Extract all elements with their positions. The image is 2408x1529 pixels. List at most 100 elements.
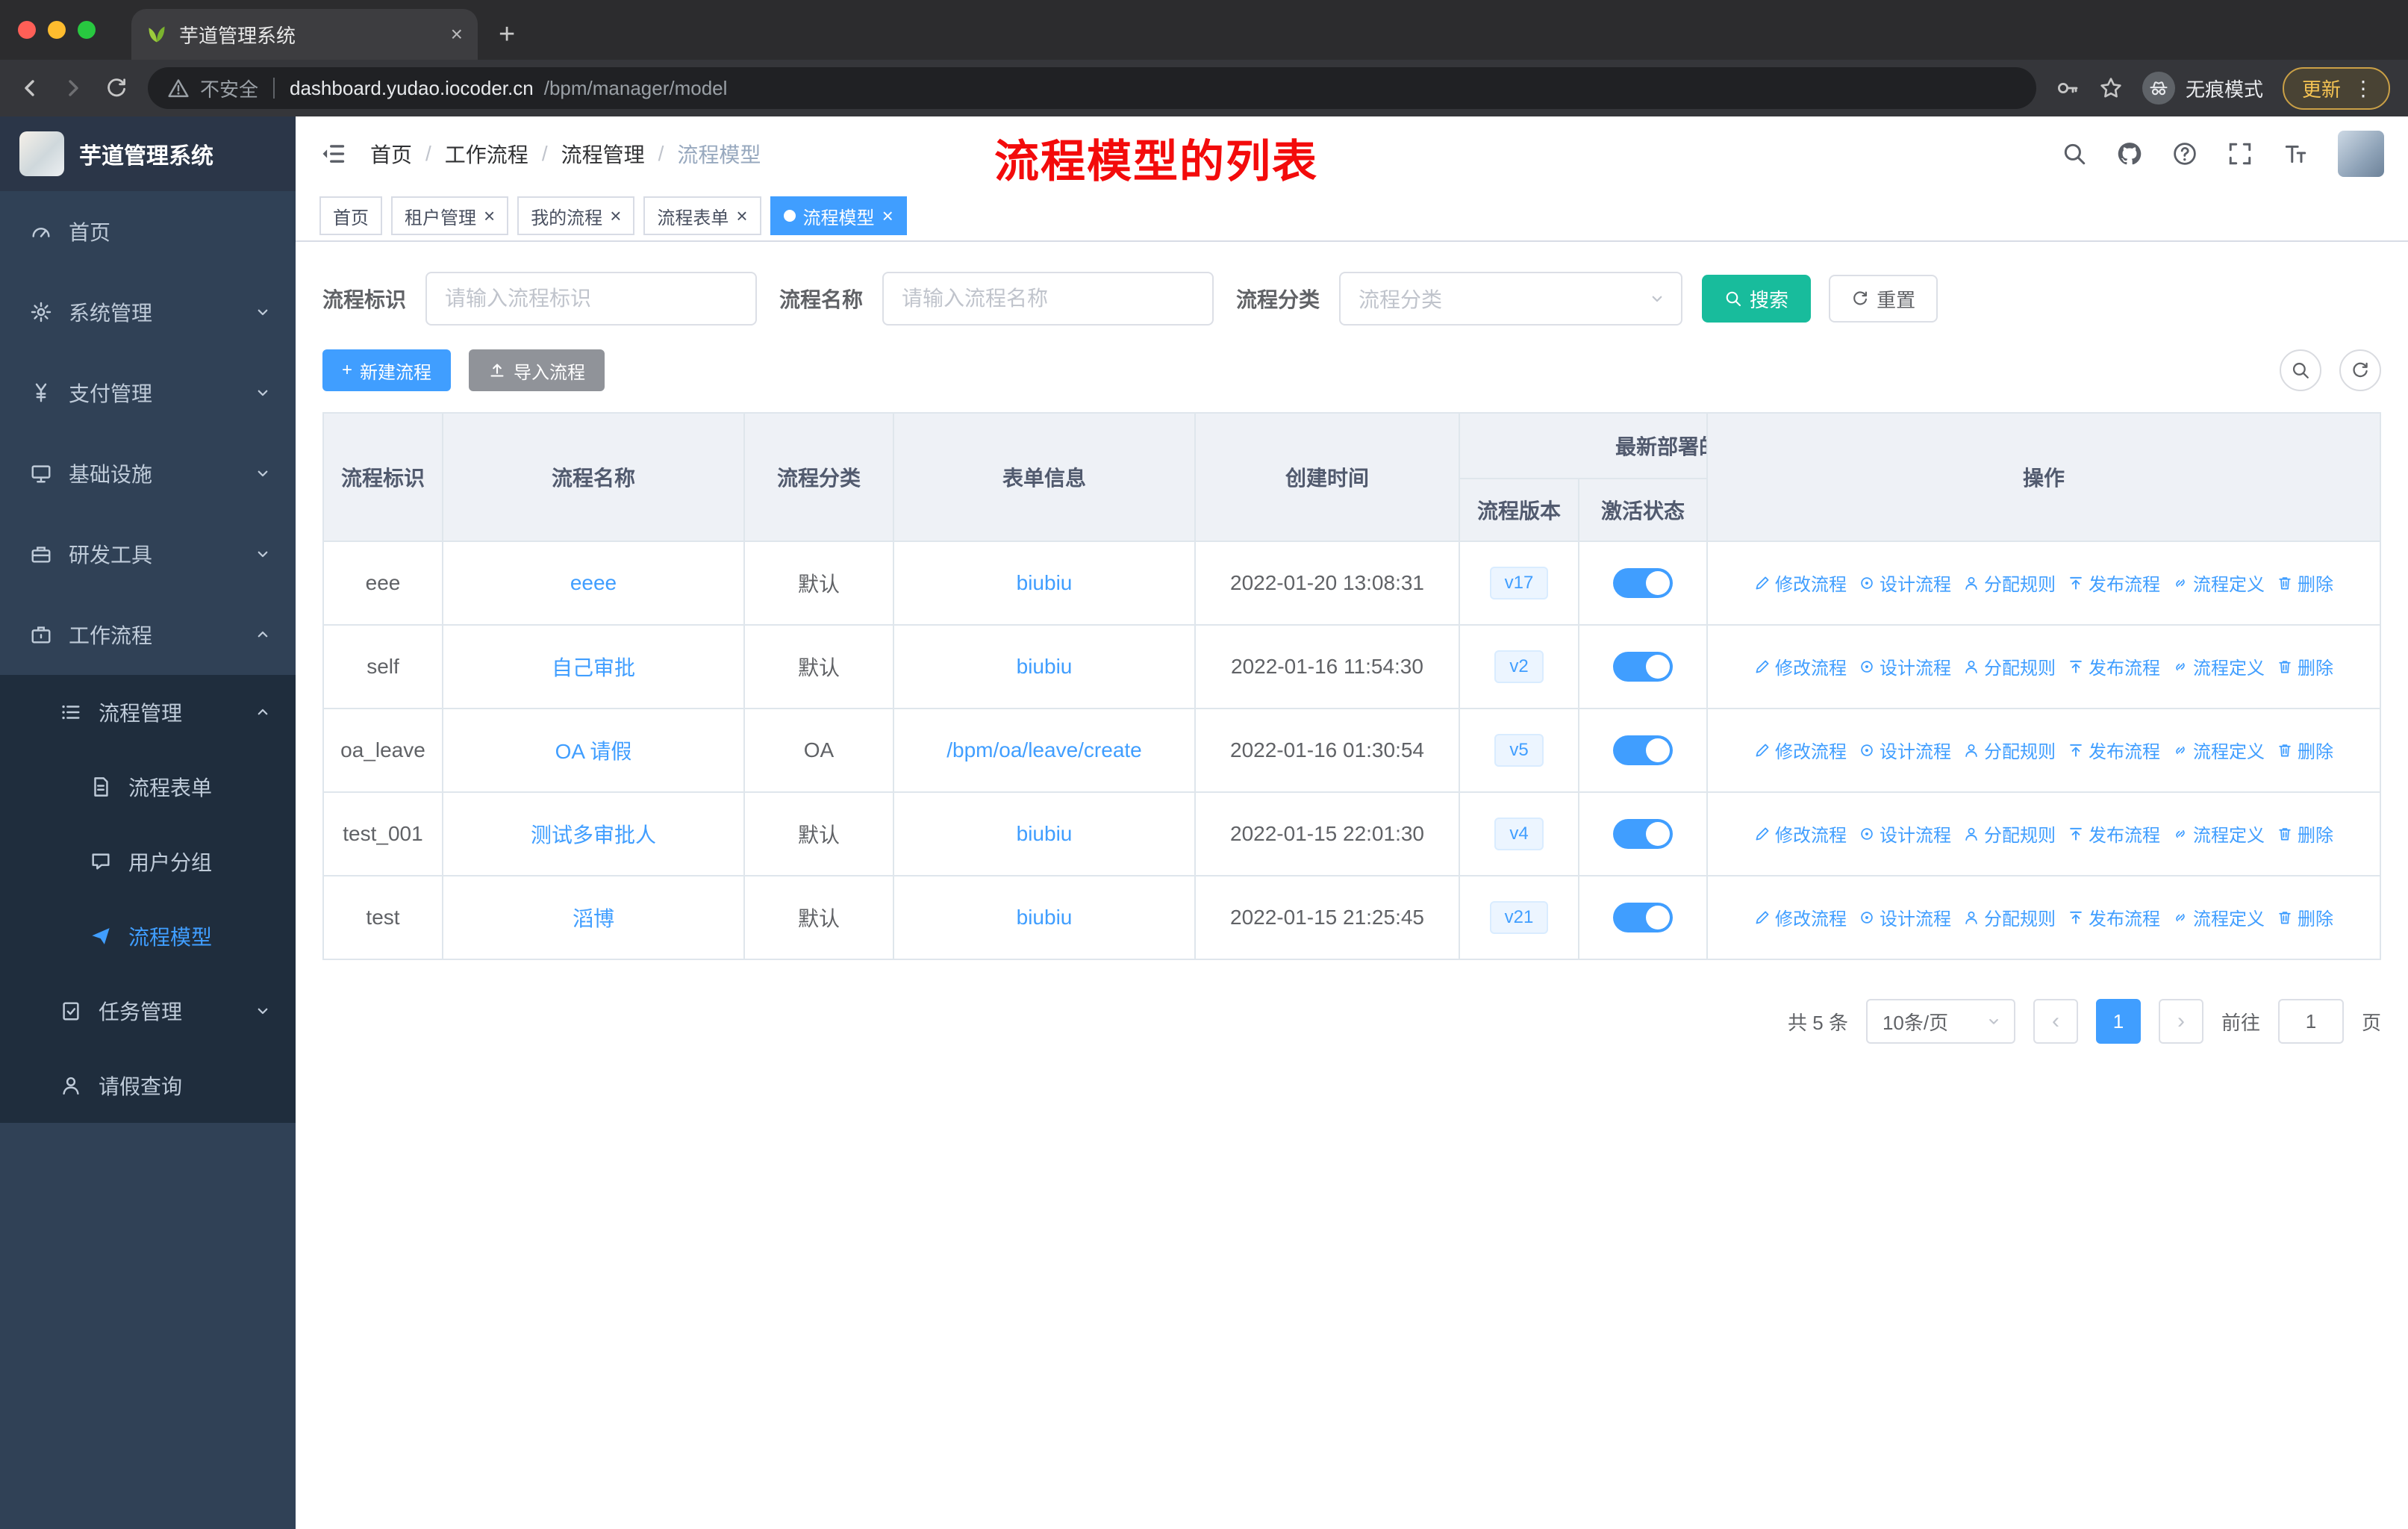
process-definition-link[interactable]: 流程定义: [2172, 570, 2265, 596]
design-process-link[interactable]: 设计流程: [1859, 570, 1951, 596]
delete-link[interactable]: 删除: [2277, 737, 2333, 763]
process-name-link[interactable]: eeee: [570, 571, 617, 594]
assign-rule-link[interactable]: 分配规则: [1963, 653, 2056, 679]
assign-rule-link[interactable]: 分配规则: [1963, 570, 2056, 596]
process-key-input[interactable]: [425, 272, 758, 326]
new-tab-button[interactable]: +: [499, 19, 515, 51]
address-bar[interactable]: 不安全 dashboard.yudao.iocoder.cn/bpm/manag…: [148, 67, 2036, 109]
sidebar-item-task-mgmt[interactable]: 任务管理: [0, 974, 296, 1048]
process-name-link[interactable]: 滔博: [573, 907, 614, 930]
refresh-table-button[interactable]: [2339, 349, 2381, 391]
back-icon[interactable]: [18, 76, 42, 100]
assign-rule-link[interactable]: 分配规则: [1963, 820, 2056, 847]
status-toggle[interactable]: [1613, 735, 1673, 765]
assign-rule-link[interactable]: 分配规则: [1963, 904, 2056, 930]
toggle-search-button[interactable]: [2280, 349, 2321, 391]
create-process-button[interactable]: + 新建流程: [322, 349, 452, 391]
modify-process-link[interactable]: 修改流程: [1754, 820, 1847, 847]
tag-tenant[interactable]: 租户管理 ×: [391, 196, 509, 235]
security-label[interactable]: 不安全: [200, 75, 258, 102]
github-icon[interactable]: [2117, 141, 2142, 166]
modify-process-link[interactable]: 修改流程: [1754, 737, 1847, 763]
form-info-link[interactable]: biubiu: [1017, 906, 1073, 929]
modify-process-link[interactable]: 修改流程: [1754, 570, 1847, 596]
modify-process-link[interactable]: 修改流程: [1754, 653, 1847, 679]
font-size-icon[interactable]: [2283, 141, 2308, 166]
process-name-link[interactable]: 自己审批: [552, 656, 635, 679]
help-icon[interactable]: [2172, 141, 2198, 166]
breadcrumb-process-mgmt[interactable]: 流程管理: [561, 139, 645, 169]
import-process-button[interactable]: 导入流程: [469, 349, 605, 391]
sidebar-item-workflow[interactable]: 工作流程: [0, 594, 296, 675]
process-name-input[interactable]: [882, 272, 1214, 326]
process-definition-link[interactable]: 流程定义: [2172, 737, 2265, 763]
form-info-link[interactable]: /bpm/oa/leave/create: [946, 738, 1142, 762]
process-definition-link[interactable]: 流程定义: [2172, 820, 2265, 847]
sidebar-item-process-model[interactable]: 流程模型: [0, 899, 296, 974]
process-definition-link[interactable]: 流程定义: [2172, 904, 2265, 930]
delete-link[interactable]: 删除: [2277, 653, 2333, 679]
close-icon[interactable]: ×: [736, 206, 747, 225]
publish-process-link[interactable]: 发布流程: [2068, 737, 2160, 763]
tag-home[interactable]: 首页: [319, 196, 382, 235]
status-toggle[interactable]: [1613, 819, 1673, 849]
process-name-link[interactable]: OA 请假: [555, 740, 632, 763]
assign-rule-link[interactable]: 分配规则: [1963, 737, 2056, 763]
close-icon[interactable]: ×: [610, 206, 621, 225]
prev-page-button[interactable]: ‹: [2033, 999, 2078, 1044]
form-info-link[interactable]: biubiu: [1017, 822, 1073, 845]
sidebar-item-process-form[interactable]: 流程表单: [0, 750, 296, 824]
browser-tab[interactable]: 芋道管理系统 ×: [131, 9, 478, 60]
publish-process-link[interactable]: 发布流程: [2068, 570, 2160, 596]
search-button[interactable]: 搜索: [1702, 275, 1812, 323]
fullscreen-icon[interactable]: [2227, 141, 2253, 166]
breadcrumb-workflow[interactable]: 工作流程: [445, 139, 528, 169]
tag-my-process[interactable]: 我的流程 ×: [517, 196, 635, 235]
tab-close-icon[interactable]: ×: [451, 22, 463, 46]
goto-page-input[interactable]: [2277, 999, 2344, 1044]
breadcrumb-home[interactable]: 首页: [370, 139, 412, 169]
delete-link[interactable]: 删除: [2277, 570, 2333, 596]
bookmark-star-icon[interactable]: [2099, 76, 2123, 100]
process-definition-link[interactable]: 流程定义: [2172, 653, 2265, 679]
sidebar-item-leave-query[interactable]: 请假查询: [0, 1048, 296, 1123]
publish-process-link[interactable]: 发布流程: [2068, 653, 2160, 679]
close-icon[interactable]: ×: [484, 206, 495, 225]
page-size-select[interactable]: 10条/页: [1865, 999, 2015, 1044]
sidebar-item-payment[interactable]: 支付管理: [0, 352, 296, 433]
page-number-button[interactable]: 1: [2095, 999, 2141, 1044]
sidebar-item-infra[interactable]: 基础设施: [0, 433, 296, 514]
process-name-link[interactable]: 测试多审批人: [531, 823, 656, 847]
sidebar-item-process-mgmt[interactable]: 流程管理: [0, 675, 296, 750]
delete-link[interactable]: 删除: [2277, 820, 2333, 847]
delete-link[interactable]: 删除: [2277, 904, 2333, 930]
status-toggle[interactable]: [1613, 903, 1673, 932]
forward-icon[interactable]: [61, 76, 85, 100]
search-icon[interactable]: [2062, 141, 2087, 166]
password-key-icon[interactable]: [2056, 76, 2080, 100]
form-info-link[interactable]: biubiu: [1017, 571, 1073, 594]
user-avatar[interactable]: [2338, 131, 2384, 177]
minimize-window-button[interactable]: [48, 21, 66, 39]
design-process-link[interactable]: 设计流程: [1859, 737, 1951, 763]
design-process-link[interactable]: 设计流程: [1859, 653, 1951, 679]
close-window-button[interactable]: [18, 21, 36, 39]
browser-menu-icon[interactable]: ⋮: [2353, 76, 2374, 101]
hamburger-icon[interactable]: [319, 140, 346, 167]
publish-process-link[interactable]: 发布流程: [2068, 820, 2160, 847]
process-category-select[interactable]: 流程分类: [1339, 272, 1683, 326]
publish-process-link[interactable]: 发布流程: [2068, 904, 2160, 930]
close-icon[interactable]: ×: [882, 206, 893, 225]
design-process-link[interactable]: 设计流程: [1859, 820, 1951, 847]
design-process-link[interactable]: 设计流程: [1859, 904, 1951, 930]
form-info-link[interactable]: biubiu: [1017, 655, 1073, 678]
sidebar-item-system[interactable]: 系统管理: [0, 272, 296, 352]
status-toggle[interactable]: [1613, 568, 1673, 598]
next-page-button[interactable]: ›: [2158, 999, 2203, 1044]
status-toggle[interactable]: [1613, 652, 1673, 682]
sidebar-item-user-group[interactable]: 用户分组: [0, 824, 296, 899]
sidebar-item-devtools[interactable]: 研发工具: [0, 514, 296, 594]
sidebar-item-home[interactable]: 首页: [0, 191, 296, 272]
modify-process-link[interactable]: 修改流程: [1754, 904, 1847, 930]
tag-process-form[interactable]: 流程表单 ×: [643, 196, 761, 235]
